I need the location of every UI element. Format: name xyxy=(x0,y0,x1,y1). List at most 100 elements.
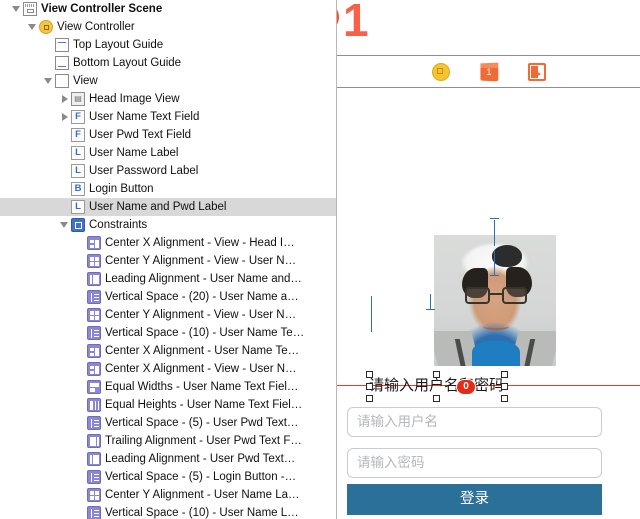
twisty-spacer xyxy=(76,432,87,450)
twisty-spacer xyxy=(76,342,87,360)
outline-row[interactable]: Center Y Alignment - User Name La… xyxy=(0,486,336,504)
outline-row[interactable]: Vertical Space - (5) - User Pwd Text… xyxy=(0,414,336,432)
outline-row[interactable]: Center X Alignment - View - User N… xyxy=(0,360,336,378)
chevron-down-icon[interactable] xyxy=(12,0,23,18)
photo-lens-right xyxy=(502,287,527,304)
selection-handle-top-center[interactable] xyxy=(433,371,440,378)
outline-row-label: Center Y Alignment - User Name La… xyxy=(105,489,300,501)
outline-row[interactable]: Vertical Space - (10) - User Name L… xyxy=(0,504,336,519)
outline-row[interactable]: L User Name and Pwd Label xyxy=(0,198,336,216)
twisty-spacer xyxy=(76,486,87,504)
constraint-glyph-part xyxy=(95,262,99,266)
marker-ring-outer xyxy=(337,2,339,32)
user-pwd-text-field[interactable]: 请输入密码 xyxy=(347,448,602,478)
twisty-spacer xyxy=(76,324,87,342)
annotation-marker-icon xyxy=(337,2,339,32)
outline-row[interactable]: ▤ Head Image View xyxy=(0,90,336,108)
outline-row[interactable]: L User Name Label xyxy=(0,144,336,162)
constraint-line-leading[interactable] xyxy=(371,296,373,332)
selection-handle-top-left[interactable] xyxy=(366,371,373,378)
outline-row-label: User Name and Pwd Label xyxy=(89,201,227,213)
selection-handle-bottom-right[interactable] xyxy=(501,395,508,402)
selection-handle-mid-right[interactable] xyxy=(501,383,508,390)
outline-row[interactable]: Center X Alignment - View - Head I… xyxy=(0,234,336,252)
constraint-glyph-part xyxy=(93,299,99,301)
constraint-glyph-part xyxy=(95,491,99,495)
outline-row[interactable]: F User Name Text Field xyxy=(0,108,336,126)
label-icon: L xyxy=(71,164,85,178)
constraint-glyph-part xyxy=(93,422,99,424)
outline-row[interactable]: Vertical Space - (10) - User Name Te… xyxy=(0,324,336,342)
constraint-glyph-part xyxy=(90,262,94,266)
outline-row-label: User Pwd Text Field xyxy=(89,129,192,141)
outline-row[interactable]: Equal Widths - User Name Text Fiel… xyxy=(0,378,336,396)
view-controller-dock-icon[interactable] xyxy=(431,62,450,81)
constraint-issue-badge[interactable]: 0 xyxy=(457,380,475,394)
outline-row[interactable]: Vertical Space - (5) - Login Button -… xyxy=(0,468,336,486)
constraint-glyph-part xyxy=(90,239,94,243)
constraint-glyph-part xyxy=(90,365,94,369)
outline-row-label: Vertical Space - (20) - User Name a… xyxy=(105,291,299,303)
photo-glasses xyxy=(465,287,527,304)
top-layout-guide-icon xyxy=(55,38,69,52)
outline-row[interactable]: Center X Alignment - User Name Te… xyxy=(0,342,336,360)
exit-dock-icon[interactable] xyxy=(527,62,546,81)
outline-row[interactable]: Equal Heights - User Name Text Fiel… xyxy=(0,396,336,414)
selection-handle-bottom-left[interactable] xyxy=(366,395,373,402)
selection-handle-top-right[interactable] xyxy=(501,371,508,378)
login-button[interactable]: 登录 xyxy=(347,484,602,515)
user-name-text-field[interactable]: 请输入用户名 xyxy=(347,407,602,437)
twisty-spacer xyxy=(76,504,87,519)
constraint-glyph-part xyxy=(90,244,94,248)
outline-row[interactable]: Bottom Layout Guide xyxy=(0,54,336,72)
outline-row-label: Top Layout Guide xyxy=(73,39,164,51)
first-responder-dock-icon[interactable]: 1 xyxy=(479,62,498,81)
twisty-spacer xyxy=(76,288,87,306)
xcode-interface-builder-window: View Controller Scene View Controller Top … xyxy=(0,0,640,519)
twisty-spacer xyxy=(44,54,55,72)
constraint-line-label-bottom[interactable] xyxy=(430,294,432,310)
constraint-cap-label-bottom xyxy=(426,309,435,311)
chevron-right-icon[interactable] xyxy=(60,108,71,126)
chevron-down-icon[interactable] xyxy=(28,18,39,36)
outline-row[interactable]: Center Y Alignment - View - User N… xyxy=(0,306,336,324)
outline-row[interactable]: View Controller xyxy=(0,18,336,36)
constraint-glyph-part xyxy=(90,311,94,315)
leading-alignment-icon xyxy=(87,452,101,466)
selection-handle-bottom-center[interactable] xyxy=(433,395,440,402)
image-view-icon: ▤ xyxy=(71,92,85,106)
chevron-down-icon[interactable] xyxy=(44,72,55,90)
outline-row[interactable]: Leading Alignment - User Name and… xyxy=(0,270,336,288)
constraint-line-label-top[interactable] xyxy=(494,250,496,276)
twisty-spacer xyxy=(44,36,55,54)
constraint-line-image-bottom[interactable] xyxy=(494,220,496,246)
outline-row[interactable]: B Login Button xyxy=(0,180,336,198)
chevron-right-icon[interactable] xyxy=(60,90,71,108)
twisty-spacer xyxy=(76,234,87,252)
selection-handle-mid-left[interactable] xyxy=(366,383,373,390)
outline-row[interactable]: Constraints xyxy=(0,216,336,234)
constraint-glyph-part xyxy=(93,479,99,481)
constraints-folder-icon xyxy=(71,218,85,232)
outline-row[interactable]: View Controller Scene xyxy=(0,0,336,18)
outline-row[interactable]: Top Layout Guide xyxy=(0,36,336,54)
scene-dock[interactable]: 1 xyxy=(337,56,640,87)
document-outline-panel[interactable]: View Controller Scene View Controller Top … xyxy=(0,0,336,519)
constraint-glyph-part xyxy=(90,316,94,320)
photo-cap xyxy=(492,245,522,267)
outline-row[interactable]: View xyxy=(0,72,336,90)
device-screen[interactable]: 请输入用户名和密码 0 请输入用户名 请输入密码 登录 xyxy=(337,88,640,519)
constraint-glyph-part xyxy=(93,512,99,514)
outline-row[interactable]: Center Y Alignment - View - User N… xyxy=(0,252,336,270)
outline-row[interactable]: L User Password Label xyxy=(0,162,336,180)
center-y-alignment-icon xyxy=(87,488,101,502)
storyboard-canvas[interactable]: 1 1 请输入用户名和密码 0 请输入用户名 请输入密码 登录 xyxy=(337,0,640,519)
outline-row[interactable]: Trailing Alignment - User Pwd Text F… xyxy=(0,432,336,450)
leading-alignment-icon xyxy=(87,272,101,286)
outline-row[interactable]: Leading Alignment - User Pwd Text… xyxy=(0,450,336,468)
outline-row[interactable]: F User Pwd Text Field xyxy=(0,126,336,144)
twisty-spacer xyxy=(76,378,87,396)
outline-row-label: Center Y Alignment - View - User N… xyxy=(105,255,297,267)
outline-row[interactable]: Vertical Space - (20) - User Name a… xyxy=(0,288,336,306)
chevron-down-icon[interactable] xyxy=(60,216,71,234)
